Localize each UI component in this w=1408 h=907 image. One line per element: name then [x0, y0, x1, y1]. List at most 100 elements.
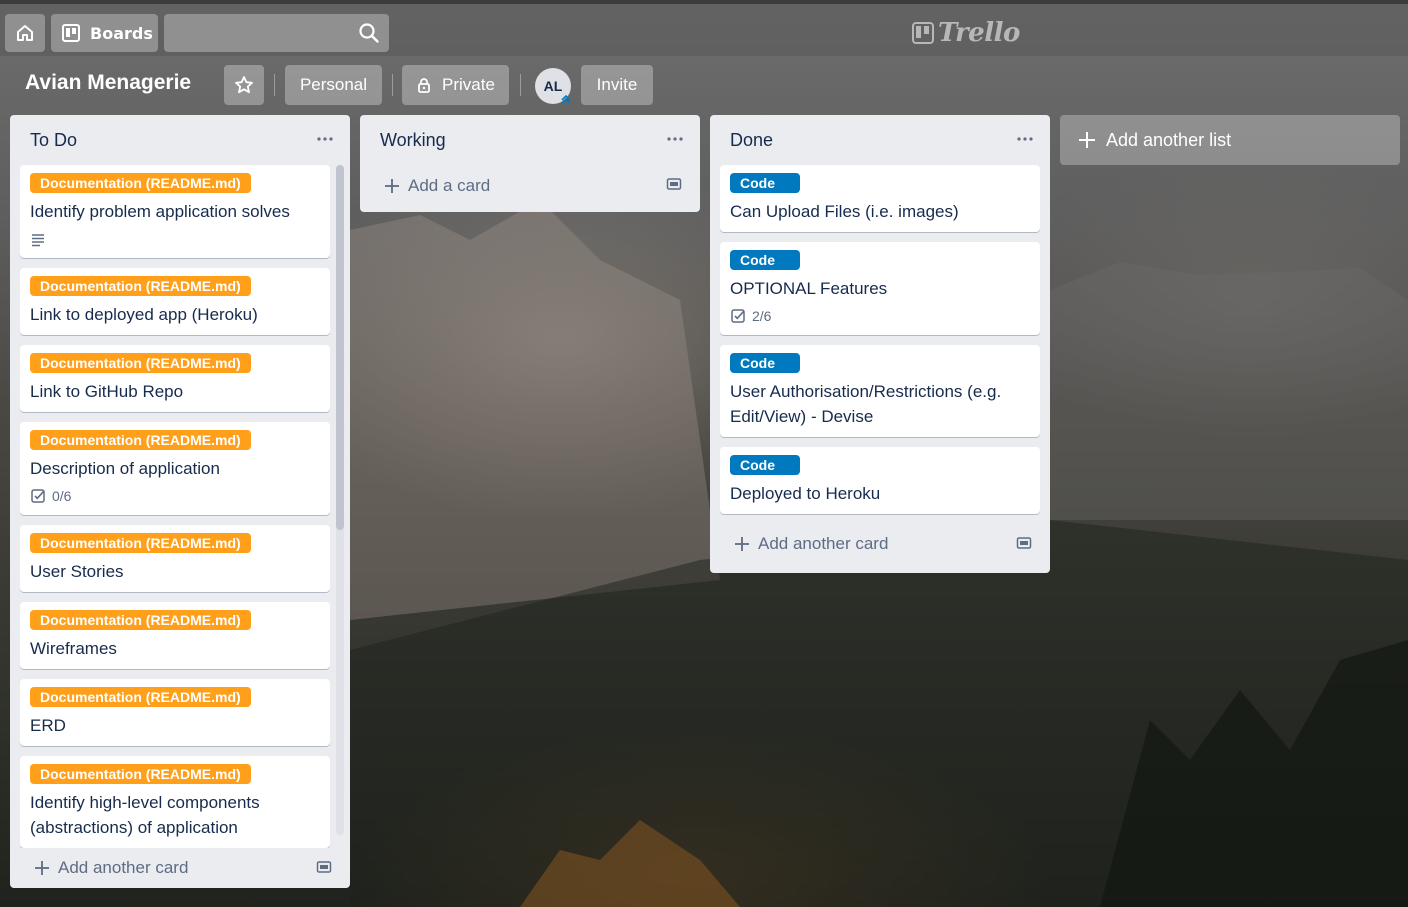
- add-card-button[interactable]: Add a card: [360, 165, 700, 207]
- list-title[interactable]: To Do: [30, 130, 77, 151]
- card-label: Documentation (README.md): [30, 533, 251, 553]
- plus-icon: [1079, 132, 1095, 148]
- plus-icon: [35, 861, 49, 875]
- card-title: User Stories: [30, 562, 124, 581]
- card-label: Documentation (README.md): [30, 276, 251, 296]
- card-title: Link to GitHub Repo: [30, 382, 184, 401]
- card-label: Code: [730, 353, 800, 373]
- card-badges: 0/6: [30, 485, 320, 507]
- card-label: Documentation (README.md): [30, 430, 251, 450]
- ellipsis-icon: [667, 137, 683, 141]
- privacy-button[interactable]: Private: [402, 65, 509, 105]
- card-title: Identify high-level components (abstract…: [30, 793, 260, 837]
- ellipsis-icon: [317, 137, 333, 141]
- list-working: Working Add a card: [360, 115, 700, 212]
- list-header[interactable]: Done: [710, 115, 1050, 165]
- add-card-label: Add another card: [758, 534, 889, 553]
- card-template-icon[interactable]: [316, 859, 332, 875]
- card-title: Link to deployed app (Heroku): [30, 305, 258, 324]
- checklist-count: 2/6: [752, 308, 772, 324]
- trello-logo-text: Trello: [938, 18, 1020, 48]
- lock-icon: [418, 78, 430, 93]
- header-divider: [520, 74, 521, 96]
- card-label: Code: [730, 250, 800, 270]
- ellipsis-icon: [1017, 137, 1033, 141]
- top-navbar: Boards Trello: [0, 0, 1408, 56]
- plus-icon: [385, 179, 399, 193]
- invite-button[interactable]: Invite: [581, 65, 653, 105]
- card[interactable]: Documentation (README.md) Identify probl…: [20, 165, 330, 258]
- boards-button[interactable]: Boards: [51, 14, 158, 52]
- card-label: Documentation (README.md): [30, 764, 251, 784]
- header-divider: [274, 74, 275, 96]
- card-title: OPTIONAL Features: [730, 279, 888, 298]
- card[interactable]: Code Can Upload Files (i.e. images): [720, 165, 1040, 232]
- add-list-button[interactable]: Add another list: [1060, 115, 1400, 165]
- list-menu-button[interactable]: [664, 129, 686, 149]
- card-badges: [30, 228, 320, 250]
- list-header[interactable]: Working: [360, 115, 700, 165]
- list-header[interactable]: To Do: [10, 115, 350, 165]
- checklist-count: 0/6: [52, 488, 72, 504]
- card-title: Description of application: [30, 459, 220, 478]
- card[interactable]: Documentation (README.md) Link to deploy…: [20, 268, 330, 335]
- privacy-label: Private: [442, 75, 495, 94]
- card-badges: 2/6: [730, 305, 1030, 327]
- description-icon: [32, 234, 44, 247]
- add-card-label: Add another card: [58, 858, 189, 877]
- card[interactable]: Documentation (README.md) Link to GitHub…: [20, 345, 330, 412]
- list-done: Done Code Can Upload Files (i.e. images)…: [710, 115, 1050, 573]
- add-list-label: Add another list: [1106, 129, 1232, 150]
- card-label: Documentation (README.md): [30, 687, 251, 707]
- card-label: Code: [730, 173, 800, 193]
- star-icon: [235, 76, 253, 94]
- card[interactable]: Documentation (README.md) Description of…: [20, 422, 330, 515]
- list-menu-button[interactable]: [1014, 129, 1036, 149]
- home-button[interactable]: [5, 14, 45, 52]
- list-title[interactable]: Done: [730, 130, 773, 151]
- card[interactable]: Code OPTIONAL Features 2/6: [720, 242, 1040, 335]
- checklist-icon: [731, 309, 745, 323]
- card[interactable]: Documentation (README.md) Wireframes: [20, 602, 330, 669]
- list-menu-button[interactable]: [314, 129, 336, 149]
- search-icon[interactable]: [358, 22, 380, 44]
- card-title: Identify problem application solves: [30, 202, 290, 221]
- card[interactable]: Documentation (README.md) User Stories: [20, 525, 330, 592]
- card[interactable]: Documentation (README.md) Identify high-…: [20, 756, 330, 848]
- card-label: Code: [730, 455, 800, 475]
- scrollbar-thumb[interactable]: [336, 165, 344, 530]
- list-title[interactable]: Working: [380, 130, 446, 151]
- header-divider: [392, 74, 393, 96]
- card-title: User Authorisation/Restrictions (e.g. Ed…: [730, 382, 1002, 426]
- add-card-button[interactable]: Add another card: [10, 848, 350, 888]
- plus-icon: [735, 537, 749, 551]
- home-icon: [17, 25, 33, 41]
- card[interactable]: Code User Authorisation/Restrictions (e.…: [720, 345, 1040, 437]
- add-card-button[interactable]: Add another card: [710, 524, 1050, 564]
- card-title: Can Upload Files (i.e. images): [730, 202, 959, 221]
- star-board-button[interactable]: [224, 65, 264, 105]
- card-label: Documentation (README.md): [30, 610, 251, 630]
- team-visibility-button[interactable]: Personal: [285, 65, 382, 105]
- card-label: Documentation (README.md): [30, 173, 251, 193]
- board-title[interactable]: Avian Menagerie: [25, 71, 191, 95]
- card-template-icon[interactable]: [1016, 535, 1032, 551]
- card-title: ERD: [30, 716, 66, 735]
- card-title: Deployed to Heroku: [730, 484, 881, 503]
- card[interactable]: Documentation (README.md) ERD: [20, 679, 330, 746]
- search-input[interactable]: [164, 14, 389, 52]
- admin-chevron-icon: [561, 94, 571, 104]
- search-box[interactable]: [164, 14, 389, 52]
- trello-logo[interactable]: Trello: [912, 18, 1020, 48]
- card-container: Documentation (README.md) Identify probl…: [10, 165, 350, 848]
- boards-icon: [62, 24, 80, 42]
- list-scrollbar[interactable]: [336, 165, 344, 835]
- card[interactable]: Code Deployed to Heroku: [720, 447, 1040, 514]
- card-title: Wireframes: [30, 639, 117, 658]
- card-template-icon[interactable]: [666, 176, 682, 192]
- card-label: Documentation (README.md): [30, 353, 251, 373]
- boards-label: Boards: [90, 23, 153, 43]
- trello-logo-icon: [912, 22, 934, 44]
- member-avatar[interactable]: AL: [535, 68, 571, 104]
- add-card-label: Add a card: [408, 176, 491, 195]
